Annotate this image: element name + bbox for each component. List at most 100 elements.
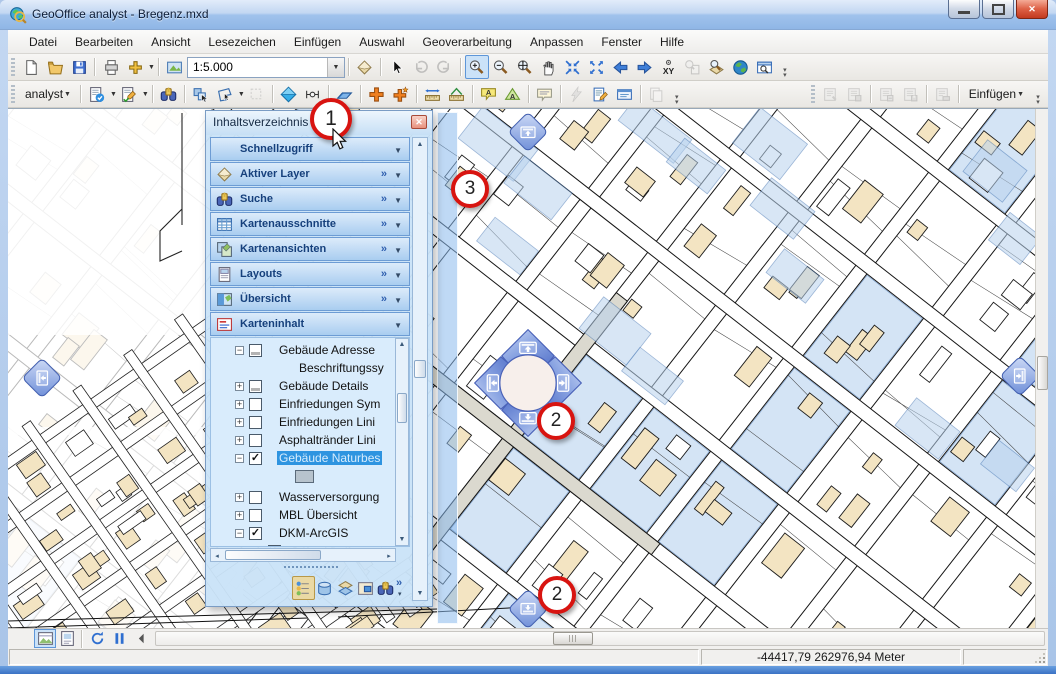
undo-button[interactable] <box>409 55 433 79</box>
layer-item-wasserversorgung[interactable]: +Wasserversorgung <box>235 488 381 506</box>
menu-ansicht[interactable]: Ansicht <box>142 32 199 52</box>
rotate-view-button[interactable] <box>277 82 301 106</box>
magnifier-button[interactable] <box>681 55 705 79</box>
close-button[interactable]: ✕ <box>1016 0 1048 19</box>
report-open-button[interactable] <box>819 82 843 106</box>
section-more-icon[interactable]: » <box>381 193 387 205</box>
menu-lesezeichen[interactable]: Lesezeichen <box>199 32 284 52</box>
section-karteninhalt[interactable]: Karteninhalt▼ <box>210 312 410 336</box>
analyst-menu-button[interactable]: analyst▼ <box>19 85 77 103</box>
fixed-zoom-in-button[interactable] <box>561 55 585 79</box>
find-button[interactable] <box>157 82 181 106</box>
chevron-down-icon[interactable]: ▼ <box>394 296 402 305</box>
edit-attributes-button[interactable] <box>589 82 613 106</box>
label-area-button[interactable]: A <box>501 82 525 106</box>
report-export-button[interactable] <box>899 82 923 106</box>
menu-einfgen[interactable]: Einfügen <box>285 32 350 52</box>
search-layers-button[interactable] <box>374 576 397 600</box>
panel-footer-chevron-icon[interactable]: ▾ <box>398 590 402 598</box>
layer-checkbox[interactable] <box>249 380 262 393</box>
layer-checkbox[interactable] <box>249 398 262 411</box>
menu-datei[interactable]: Datei <box>20 32 66 52</box>
section-kartenansichten[interactable]: Kartenansichten»▼ <box>210 237 410 261</box>
expand-icon[interactable]: + <box>235 418 244 427</box>
menu-anpassen[interactable]: Anpassen <box>521 32 592 52</box>
tree-horizontal-scrollbar[interactable]: ◂ ▸ <box>210 548 396 562</box>
layer-item-mbl-bersicht[interactable]: +MBL Übersicht <box>235 506 359 524</box>
expand-icon[interactable]: + <box>235 511 244 520</box>
active-layer-button[interactable] <box>353 55 377 79</box>
section-more-icon[interactable]: » <box>381 293 387 305</box>
toolbar-overflow-icon[interactable]: ▾▾ <box>1032 83 1044 105</box>
zoom-out-button[interactable] <box>489 55 513 79</box>
redo-button[interactable] <box>433 55 457 79</box>
list-by-drawing-order-button[interactable] <box>292 576 315 600</box>
section-more-icon[interactable]: » <box>381 243 387 255</box>
title-bar[interactable]: GeoOffice analyst - Bregenz.mxd ✕ <box>0 0 1056 30</box>
minimize-button[interactable] <box>948 0 980 19</box>
layer-checkbox[interactable] <box>249 491 262 504</box>
edit-tasks-button[interactable] <box>117 82 141 106</box>
expand-icon[interactable]: + <box>235 493 244 502</box>
layout-view-button[interactable] <box>56 629 78 648</box>
insert-menu-button[interactable]: Einfügen▼ <box>963 85 1030 103</box>
tree-horizontal-thumb[interactable] <box>225 550 321 560</box>
expand-icon[interactable]: + <box>235 382 244 391</box>
print-button[interactable] <box>99 55 123 79</box>
open-document-button[interactable] <box>43 55 67 79</box>
list-by-source-button[interactable] <box>313 576 336 600</box>
task-manager-button[interactable] <box>85 82 109 106</box>
save-document-button[interactable] <box>67 55 91 79</box>
edge-pan-left-button[interactable] <box>19 355 65 401</box>
collapse-icon[interactable]: − <box>235 529 244 538</box>
map-horizontal-scrollbar[interactable] <box>155 631 1045 646</box>
map-vertical-scrollbar[interactable] <box>1035 109 1048 628</box>
panel-scrollbar[interactable]: ▲ ▼ <box>412 137 428 601</box>
copy-pages-button[interactable] <box>645 82 669 106</box>
toolbar-overflow-icon[interactable]: ▾▾ <box>671 83 683 105</box>
edge-pan-up-button[interactable] <box>505 109 551 155</box>
previous-extent-button[interactable] <box>609 55 633 79</box>
scale-dropdown-icon[interactable]: ▼ <box>327 58 344 77</box>
menu-geoverarbeitung[interactable]: Geoverarbeitung <box>414 32 521 52</box>
section-suche[interactable]: Suche»▼ <box>210 187 410 211</box>
layer-item-swatch[interactable] <box>295 467 314 485</box>
scale-combo[interactable]: ▼ <box>187 57 345 78</box>
report-save-button[interactable] <box>843 82 867 106</box>
add-data-button[interactable] <box>123 55 147 79</box>
layer-checkbox[interactable] <box>249 434 262 447</box>
chevron-down-icon[interactable]: ▼ <box>394 271 402 280</box>
menu-auswahl[interactable]: Auswahl <box>350 32 413 52</box>
flash-feature-button[interactable] <box>565 82 589 106</box>
section--bersicht[interactable]: Übersicht»▼ <box>210 287 410 311</box>
layer-item-geb-ude-details[interactable]: +Gebäude Details <box>235 377 370 395</box>
layer-checkbox[interactable]: ✓ <box>249 452 262 465</box>
layer-item-dkm-arcgis[interactable]: −✓DKM-ArcGIS <box>235 524 350 542</box>
map-navigator[interactable] <box>458 313 598 453</box>
collapse-icon[interactable]: − <box>235 346 244 355</box>
map-vertical-scroll-thumb[interactable] <box>1037 356 1048 390</box>
expand-icon[interactable]: + <box>235 400 244 409</box>
layer-checkbox[interactable] <box>249 416 262 429</box>
select-features-button[interactable] <box>189 82 213 106</box>
tree-scrollbar[interactable]: ▲ ▼ <box>395 338 409 546</box>
toolbar-gripper[interactable] <box>811 85 815 103</box>
map-horizontal-scroll-thumb[interactable] <box>553 632 593 645</box>
menu-bearbeiten[interactable]: Bearbeiten <box>66 32 142 52</box>
section-kartenausschnitte[interactable]: Kartenausschnitte»▼ <box>210 212 410 236</box>
layer-item-asphaltr-nder-lini[interactable]: +Asphaltränder Lini <box>235 431 378 449</box>
chevron-down-icon[interactable]: ▼ <box>148 64 155 71</box>
label-button[interactable]: A <box>477 82 501 106</box>
panel-scroll-thumb[interactable] <box>414 360 426 378</box>
chevron-down-icon[interactable]: ▼ <box>142 91 149 98</box>
layer-item-einfriedungen-lini[interactable]: +Einfriedungen Lini <box>235 413 377 431</box>
layer-item-einfriedungen-sym[interactable]: +Einfriedungen Sym <box>235 395 382 413</box>
section-layouts[interactable]: Layouts»▼ <box>210 262 410 286</box>
restore-button[interactable] <box>982 0 1014 19</box>
layer-item-beschriftungssy[interactable]: Beschriftungssy <box>295 359 386 377</box>
new-document-button[interactable] <box>19 55 43 79</box>
panel-splitter[interactable] <box>284 566 338 568</box>
layer-item-festpunkte[interactable]: +Festpunkte <box>254 542 359 547</box>
expand-icon[interactable]: + <box>235 436 244 445</box>
chevron-down-icon[interactable]: ▼ <box>238 91 245 98</box>
